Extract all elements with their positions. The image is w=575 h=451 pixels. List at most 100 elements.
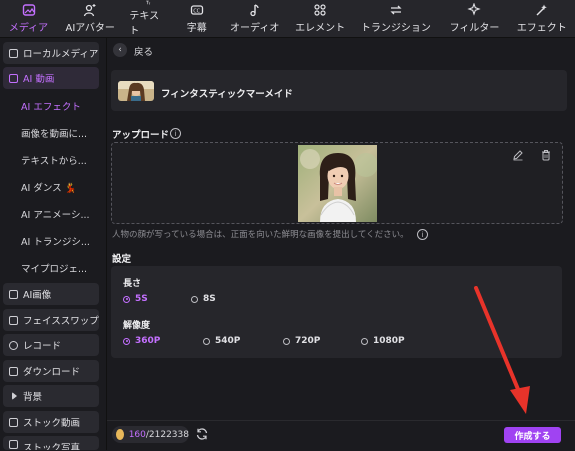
subtitle-icon: CC <box>190 5 203 15</box>
download-icon <box>9 366 18 376</box>
resolution-option-540p[interactable]: 540P <box>203 336 240 346</box>
play-icon <box>12 392 17 400</box>
edit-icon[interactable] <box>512 149 524 161</box>
tab-label: テキスト <box>129 11 160 37</box>
sidebar-sub-ai-transition[interactable]: AI トランジシ... <box>21 234 90 248</box>
uploaded-photo <box>298 145 377 222</box>
sidebar-item-label: ダウンロード <box>23 367 81 378</box>
sidebar-item-stock-video[interactable]: ストック動画 <box>3 411 99 433</box>
coin-icon <box>116 429 124 440</box>
sidebar-item-label: ローカルメディア <box>23 49 99 60</box>
refresh-icon[interactable] <box>195 427 209 441</box>
upload-dropzone[interactable] <box>111 142 563 224</box>
chevron-left-icon: ‹ <box>118 45 122 55</box>
length-option-5s[interactable]: 5S <box>123 294 148 304</box>
length-option-8s[interactable]: 8S <box>191 294 216 304</box>
sidebar-item-label: ストック動画 <box>23 418 81 429</box>
hint-info-icon[interactable]: i <box>417 229 428 240</box>
sidebar-item-local-media[interactable]: ローカルメディア <box>3 42 99 64</box>
credit-counter: 160 /2122338 <box>112 426 189 443</box>
sidebar-item-background[interactable]: 背景 <box>3 385 99 407</box>
tab-label: オーディオ <box>230 23 280 34</box>
radio-label: 720P <box>295 336 321 346</box>
transition-icon <box>390 5 402 15</box>
tab-element[interactable]: エレメント <box>289 0 352 37</box>
settings-label: 設定 <box>112 254 132 265</box>
resolution-label: 解像度 <box>123 321 151 331</box>
sidebar-sub-ai-dance[interactable]: AI ダンス 💃 <box>21 180 76 194</box>
sidebar-item-label: フェイススワップ <box>23 316 99 327</box>
sidebar-item-label: 背景 <box>23 392 43 403</box>
sidebar-item-label: ストック写真 <box>23 443 81 450</box>
sidebar-item-ai-video[interactable]: AI 動画 <box>3 67 99 89</box>
radio-icon <box>191 295 198 303</box>
ai-video-icon <box>9 73 18 83</box>
radio-icon <box>283 337 290 345</box>
tab-media[interactable]: メディア <box>0 0 57 37</box>
back-button[interactable]: ‹ <box>113 43 127 57</box>
top-toolbar: メディア AIアバター テキスト CC 字幕 オーディオ エレメント トランジシ… <box>0 0 575 38</box>
face-swap-icon <box>9 315 18 325</box>
folder-icon <box>9 48 18 58</box>
text-icon <box>146 0 151 5</box>
avatar-icon <box>84 4 96 17</box>
tab-label: エフェクト <box>516 23 567 34</box>
sidebar-item-download[interactable]: ダウンロード <box>3 360 99 382</box>
effect-card: フィンタスティックマーメイド <box>111 70 567 111</box>
radio-label: 5S <box>135 294 148 304</box>
audio-icon <box>250 4 259 17</box>
radio-label: 8S <box>203 294 216 304</box>
tab-filter[interactable]: フィルター <box>440 0 508 37</box>
tab-label: AIアバター <box>65 23 115 34</box>
main-panel: ‹ 戻る フィンタスティックマーメイド アップロード i 人物の顔が写っている場… <box>107 38 575 451</box>
radio-icon <box>361 337 368 345</box>
tab-label: フィルター <box>449 23 500 34</box>
tab-audio[interactable]: オーディオ <box>221 0 289 37</box>
record-icon <box>9 340 18 350</box>
footer-bar: 160 /2122338 作成する <box>107 420 575 451</box>
resolution-option-1080p[interactable]: 1080P <box>361 336 405 346</box>
upload-hint: 人物の顔が写っている場合は、正面を向いた鮮明な画像を提出してください。 <box>112 230 409 240</box>
tab-text[interactable]: テキスト <box>123 0 173 37</box>
resolution-option-720p[interactable]: 720P <box>283 336 320 346</box>
sidebar-item-face-swap[interactable]: フェイススワップ <box>3 309 99 331</box>
settings-card: 長さ 5S 8S 解像度 360P 540P 720P 1080P <box>111 266 562 358</box>
image-icon <box>9 289 18 299</box>
effect-title: フィンタスティックマーメイド <box>161 89 293 100</box>
sidebar-item-ai-image[interactable]: AI画像 <box>3 283 99 305</box>
length-label: 長さ <box>123 279 142 289</box>
element-icon <box>314 4 326 16</box>
tab-effect[interactable]: エフェクト <box>509 0 575 37</box>
sidebar-item-stock-photo[interactable]: ストック写真 <box>3 436 99 450</box>
svg-text:CC: CC <box>193 8 200 14</box>
tab-ai-avatar[interactable]: AIアバター <box>57 0 123 37</box>
radio-icon <box>123 295 130 303</box>
radio-label: 360P <box>135 336 161 346</box>
sidebar-sub-text-to-video[interactable]: テキストから... <box>21 153 87 167</box>
tab-label: メディア <box>8 23 49 34</box>
sidebar-sub-ai-animation[interactable]: AI アニメーシ... <box>21 207 90 221</box>
sidebar: ローカルメディア AI 動画 AI エフェクト 画像を動画に... テキストから… <box>0 38 106 450</box>
upload-label: アップロード <box>112 130 170 141</box>
stock-photo-icon <box>9 440 18 449</box>
effect-thumbnail <box>118 81 154 101</box>
sidebar-item-label: AI 動画 <box>23 74 55 85</box>
create-button[interactable]: 作成する <box>504 427 561 443</box>
media-icon <box>22 4 35 16</box>
info-icon[interactable]: i <box>170 128 181 139</box>
sidebar-item-label: AI画像 <box>23 290 52 301</box>
trash-icon[interactable] <box>540 149 552 161</box>
credits-used: 160 <box>128 429 146 440</box>
sidebar-item-record[interactable]: レコード <box>3 334 99 356</box>
radio-icon <box>123 337 130 345</box>
sidebar-sub-my-projects[interactable]: マイプロジェ... <box>21 261 87 275</box>
filter-icon <box>467 3 482 16</box>
sidebar-sub-image-to-video[interactable]: 画像を動画に... <box>21 126 87 140</box>
sidebar-sub-ai-effect[interactable]: AI エフェクト <box>21 99 81 113</box>
radio-label: 540P <box>215 336 241 346</box>
resolution-option-360p[interactable]: 360P <box>123 336 160 346</box>
back-label[interactable]: 戻る <box>134 44 153 58</box>
tab-label: トランジション <box>360 23 431 34</box>
tab-transition[interactable]: トランジション <box>351 0 440 37</box>
tab-subtitle[interactable]: CC 字幕 <box>173 0 221 37</box>
